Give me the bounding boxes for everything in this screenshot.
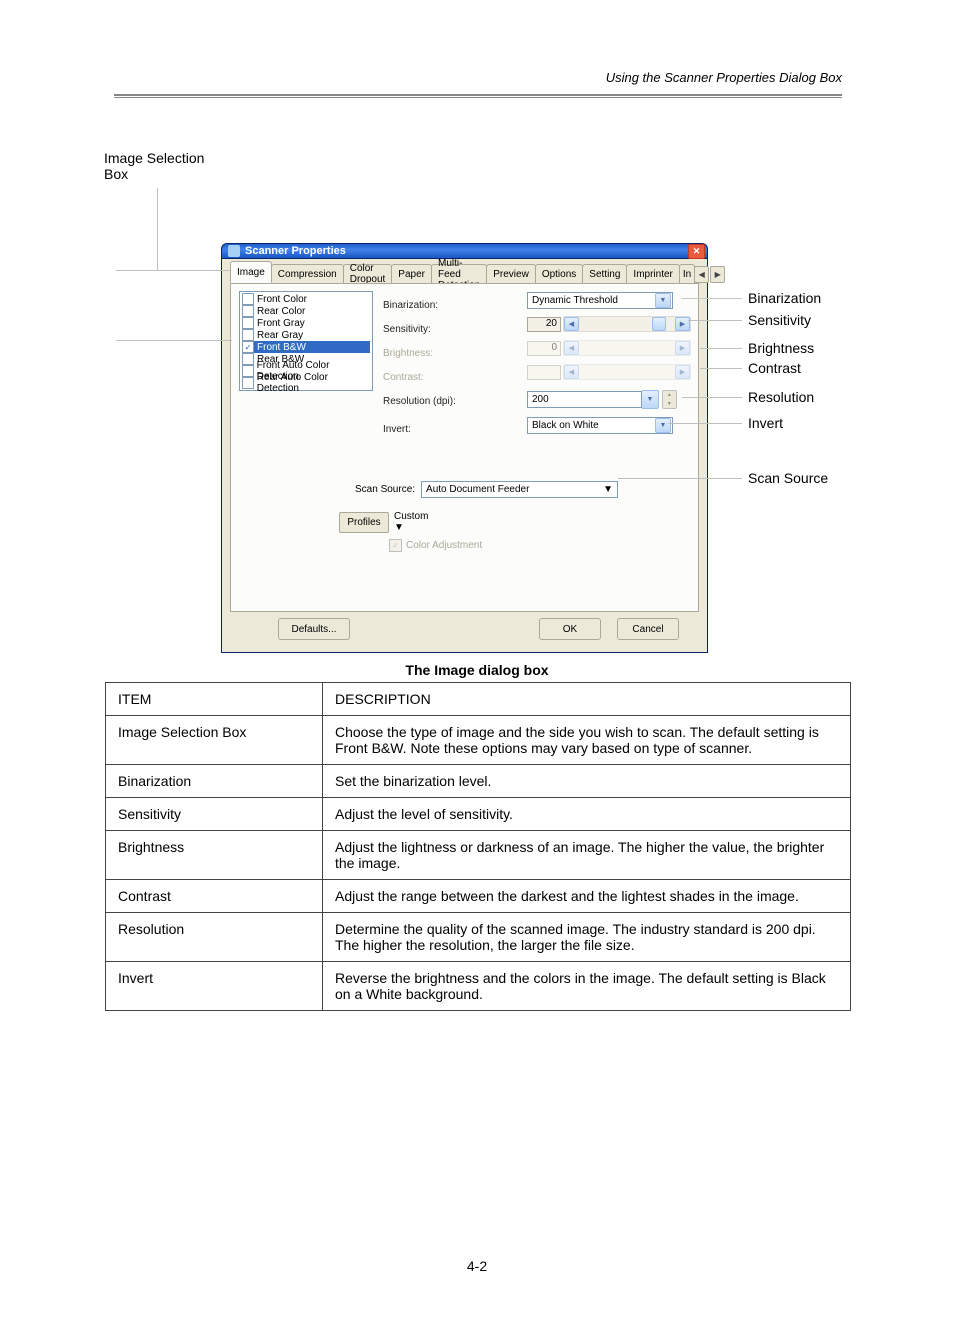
invert-combo[interactable]: Black on White ▼ [527, 417, 673, 434]
contrast-slider: ◀ ▶ [563, 364, 691, 380]
table-row: ITEMDESCRIPTION [106, 683, 851, 716]
sensitivity-slider[interactable]: ◀ ▶ [563, 316, 691, 332]
table-row: Image Selection BoxChoose the type of im… [106, 716, 851, 765]
scan-source-label: Scan Source: [355, 484, 415, 495]
ok-button[interactable]: OK [539, 618, 601, 640]
contrast-value [527, 365, 561, 380]
callout-resolution: Resolution [748, 389, 814, 405]
tab-multifeed[interactable]: Multi-Feed Detection [431, 264, 487, 283]
chevron-down-icon[interactable]: ▼ [603, 484, 613, 495]
cell-item: Binarization [106, 765, 323, 798]
dialog-body: Image Compression Color Dropout Paper Mu… [221, 259, 708, 653]
close-icon[interactable]: ✕ [688, 244, 705, 259]
cell-item: Contrast [106, 880, 323, 913]
callout-brightness: Brightness [748, 340, 814, 356]
cell-desc: Adjust the range between the darkest and… [323, 880, 851, 913]
tab-compression[interactable]: Compression [271, 264, 344, 283]
callout-binarization: Binarization [748, 290, 821, 306]
binarization-combo[interactable]: Dynamic Threshold ▼ [527, 292, 673, 309]
tab-color-dropout[interactable]: Color Dropout [343, 264, 393, 283]
sel-rear-color[interactable]: Rear Color [242, 305, 370, 317]
sensitivity-value: 20 [527, 317, 561, 332]
cancel-button[interactable]: Cancel [617, 618, 679, 640]
table-row: ResolutionDetermine the quality of the s… [106, 913, 851, 962]
cell-desc: Determine the quality of the scanned ima… [323, 913, 851, 962]
page-number: 4-2 [0, 1258, 954, 1274]
chevron-down-icon[interactable]: ▼ [655, 418, 671, 433]
binarization-label: Binarization: [383, 300, 438, 311]
tab-panel: Front Color Rear Color Front Gray Rear G… [230, 283, 699, 612]
cell-desc: Set the binarization level. [323, 765, 851, 798]
callout-contrast: Contrast [748, 360, 801, 376]
arrow-left-icon[interactable]: ◀ [564, 317, 579, 331]
cell-desc: DESCRIPTION [323, 683, 851, 716]
tabstrip: Image Compression Color Dropout Paper Mu… [230, 263, 699, 283]
defaults-button[interactable]: Defaults... [278, 618, 350, 640]
tab-imprinter[interactable]: Imprinter [626, 264, 679, 283]
cell-item: Resolution [106, 913, 323, 962]
tab-image[interactable]: Image [230, 261, 272, 283]
scan-source-combo[interactable]: Auto Document Feeder ▼ [421, 481, 618, 498]
resolution-input[interactable]: 200 [527, 391, 642, 408]
invert-label: Invert: [383, 424, 411, 435]
tab-scroll-right-icon[interactable]: ▶ [710, 266, 725, 283]
sel-rear-gray[interactable]: Rear Gray [242, 329, 370, 341]
profiles-combo[interactable]: Custom ▼ [394, 511, 428, 533]
sel-rear-auto[interactable]: Rear Auto Color Detection [242, 377, 370, 389]
tab-setting[interactable]: Setting [582, 264, 627, 283]
dialog-title: Scanner Properties [245, 245, 346, 257]
cell-desc: Adjust the lightness or darkness of an i… [323, 831, 851, 880]
table-row: SensitivityAdjust the level of sensitivi… [106, 798, 851, 831]
sel-front-bw[interactable]: ✓Front B&W [242, 341, 370, 353]
color-adjustment-check: ✓ Color Adjustment [389, 539, 482, 552]
cell-item: ITEM [106, 683, 323, 716]
description-table: ITEMDESCRIPTION Image Selection BoxChoos… [105, 682, 851, 1011]
callout-sensitivity: Sensitivity [748, 312, 811, 328]
brightness-value: 0 [527, 341, 561, 356]
tab-preview[interactable]: Preview [486, 264, 536, 283]
tab-paper[interactable]: Paper [391, 264, 432, 283]
dialog-caption: The Image dialog box [0, 662, 954, 678]
tab-overflow[interactable]: In [679, 264, 695, 283]
cell-item: Sensitivity [106, 798, 323, 831]
checkbox-icon: ✓ [389, 539, 402, 552]
cell-item: Image Selection Box [106, 716, 323, 765]
callout-invert: Invert [748, 415, 783, 431]
sel-front-gray[interactable]: Front Gray [242, 317, 370, 329]
cell-item: Brightness [106, 831, 323, 880]
brightness-label: Brightness: [383, 348, 433, 359]
arrow-left-icon: ◀ [564, 365, 579, 379]
contrast-label: Contrast: [383, 372, 424, 383]
page-header: Using the Scanner Properties Dialog Box [606, 70, 842, 85]
cell-item: Invert [106, 962, 323, 1011]
profiles-button[interactable]: Profiles [339, 512, 389, 533]
table-row: BrightnessAdjust the lightness or darkne… [106, 831, 851, 880]
callout-scan-source: Scan Source [748, 470, 828, 486]
chevron-down-icon[interactable]: ▼ [655, 293, 671, 308]
app-icon [228, 245, 240, 257]
arrow-right-icon: ▶ [675, 365, 690, 379]
chevron-down-icon[interactable]: ▼ [394, 522, 428, 533]
tab-scroll-left-icon[interactable]: ◀ [694, 266, 709, 283]
sensitivity-label: Sensitivity: [383, 324, 431, 335]
table-row: ContrastAdjust the range between the dar… [106, 880, 851, 913]
table-row: InvertReverse the brightness and the col… [106, 962, 851, 1011]
resolution-label: Resolution (dpi): [383, 396, 456, 407]
field-labels: Binarization: Sensitivity: Brightness: C… [383, 293, 456, 441]
brightness-slider: ◀ ▶ [563, 340, 691, 356]
arrow-right-icon: ▶ [675, 341, 690, 355]
cell-desc: Choose the type of image and the side yo… [323, 716, 851, 765]
arrow-left-icon: ◀ [564, 341, 579, 355]
cell-desc: Reverse the brightness and the colors in… [323, 962, 851, 1011]
sel-front-color[interactable]: Front Color [242, 293, 370, 305]
table-row: BinarizationSet the binarization level. [106, 765, 851, 798]
resolution-spin[interactable]: ▲▼ [662, 390, 677, 409]
field-controls: Dynamic Threshold ▼ 20 ◀ ▶ 0 ◀ ▶ [527, 292, 691, 381]
chevron-down-icon[interactable]: ▼ [642, 390, 658, 409]
cell-desc: Adjust the level of sensitivity. [323, 798, 851, 831]
tab-options[interactable]: Options [535, 264, 583, 283]
callout-image-selection: Image Selection Box [104, 150, 214, 182]
image-selection-box[interactable]: Front Color Rear Color Front Gray Rear G… [239, 291, 373, 391]
